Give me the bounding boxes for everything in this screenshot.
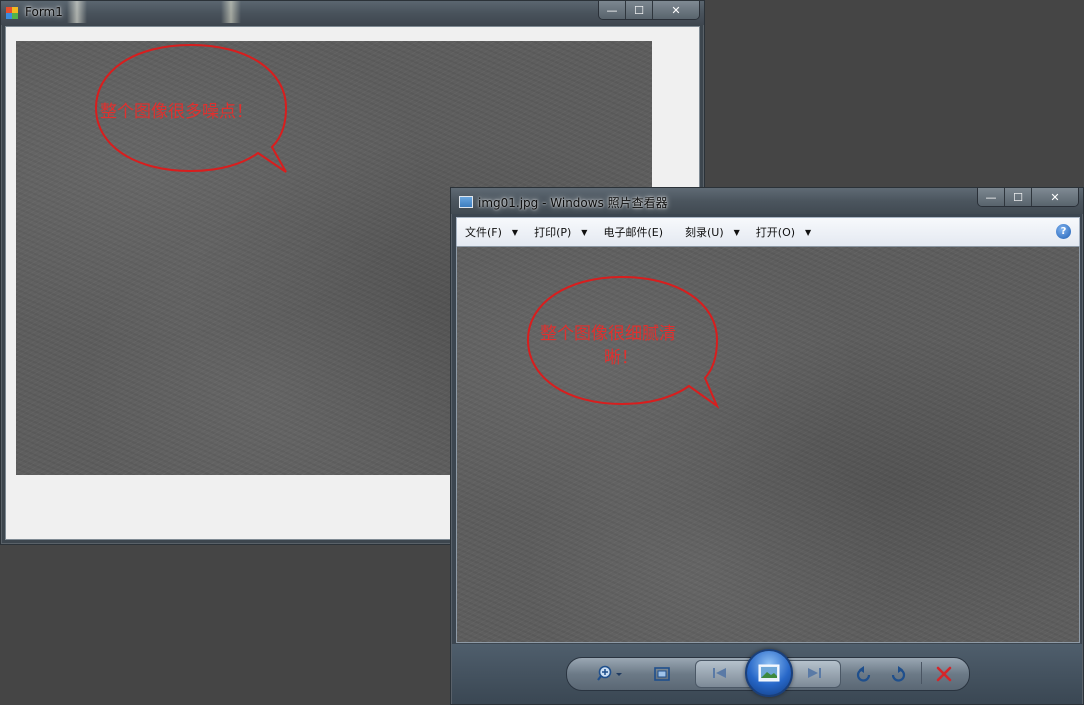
delete-button[interactable]	[933, 664, 955, 684]
form1-title: Form1	[25, 5, 63, 19]
viewer-close-button[interactable]: ✕	[1031, 188, 1078, 206]
menu-open[interactable]: 打开(O) ▼	[748, 218, 819, 246]
form1-app-icon	[6, 7, 18, 19]
maximize-icon: ☐	[634, 3, 644, 17]
help-icon-glyph: ?	[1060, 226, 1067, 237]
next-icon	[808, 668, 821, 678]
close-icon: ✕	[1050, 190, 1060, 204]
next-button[interactable]	[797, 662, 831, 684]
close-icon: ✕	[671, 3, 681, 17]
slideshow-button[interactable]	[745, 649, 793, 697]
viewer-window-controls: — ☐ ✕	[977, 188, 1079, 207]
rotate-right-icon	[891, 666, 906, 682]
form1-maximize-button[interactable]: ☐	[625, 1, 652, 19]
previous-button[interactable]	[703, 662, 737, 684]
menu-email[interactable]: 电子邮件(E)	[595, 218, 671, 246]
menu-burn[interactable]: 刻录(U) ▼	[677, 218, 748, 246]
chevron-down-icon: ▼	[733, 227, 740, 237]
viewer-minimize-button[interactable]: —	[978, 188, 1004, 206]
slideshow-icon	[758, 664, 780, 682]
previous-icon	[713, 668, 726, 678]
help-icon[interactable]: ?	[1056, 224, 1071, 239]
viewer-callout-text-line2: 晰！	[604, 348, 638, 368]
maximize-icon: ☐	[1013, 190, 1023, 204]
menu-print[interactable]: 打印(P) ▼	[526, 218, 595, 246]
photo-viewer-window: img01.jpg - Windows 照片查看器 — ☐ ✕ 文件(F) ▼ …	[450, 187, 1084, 705]
form1-close-button[interactable]: ✕	[652, 1, 699, 19]
viewer-maximize-button[interactable]: ☐	[1004, 188, 1031, 206]
menu-burn-label: 刻录(U)	[685, 226, 724, 239]
menu-open-label: 打开(O)	[755, 226, 796, 239]
rotate-left-icon	[856, 666, 871, 682]
menu-file[interactable]: 文件(F) ▼	[457, 218, 526, 246]
chevron-down-icon: ▼	[805, 227, 812, 237]
fit-window-button[interactable]	[651, 664, 673, 684]
minimize-icon: —	[606, 3, 618, 17]
chevron-down-icon: ▼	[581, 227, 588, 237]
viewer-title: img01.jpg - Windows 照片查看器	[478, 196, 668, 210]
fit-window-icon	[654, 667, 670, 681]
title-glare	[221, 1, 241, 23]
zoom-icon	[597, 665, 622, 681]
rotate-right-button[interactable]	[887, 664, 909, 684]
minimize-icon: —	[985, 190, 997, 204]
viewer-menubar: 文件(F) ▼ 打印(P) ▼ 电子邮件(E) 刻录(U) ▼ 打开(O) ▼ …	[456, 217, 1080, 247]
chevron-down-icon: ▼	[511, 227, 519, 237]
menu-print-label: 打印(P)	[534, 226, 572, 239]
form1-minimize-button[interactable]: —	[599, 1, 625, 19]
menu-email-label: 电子邮件(E)	[603, 226, 663, 239]
viewer-callout-text-line1: 整个图像很细腻清	[540, 324, 676, 344]
delete-icon	[936, 666, 952, 682]
form1-window-controls: — ☐ ✕	[598, 1, 700, 20]
zoom-button[interactable]	[595, 664, 627, 684]
rotate-left-button[interactable]	[853, 664, 875, 684]
form1-callout-text: 整个图像很多噪点！	[100, 102, 253, 122]
photo-viewer-app-icon	[459, 196, 473, 208]
menu-file-label: 文件(F)	[465, 226, 502, 239]
title-glare	[67, 1, 87, 23]
toolbar-separator	[921, 662, 922, 684]
